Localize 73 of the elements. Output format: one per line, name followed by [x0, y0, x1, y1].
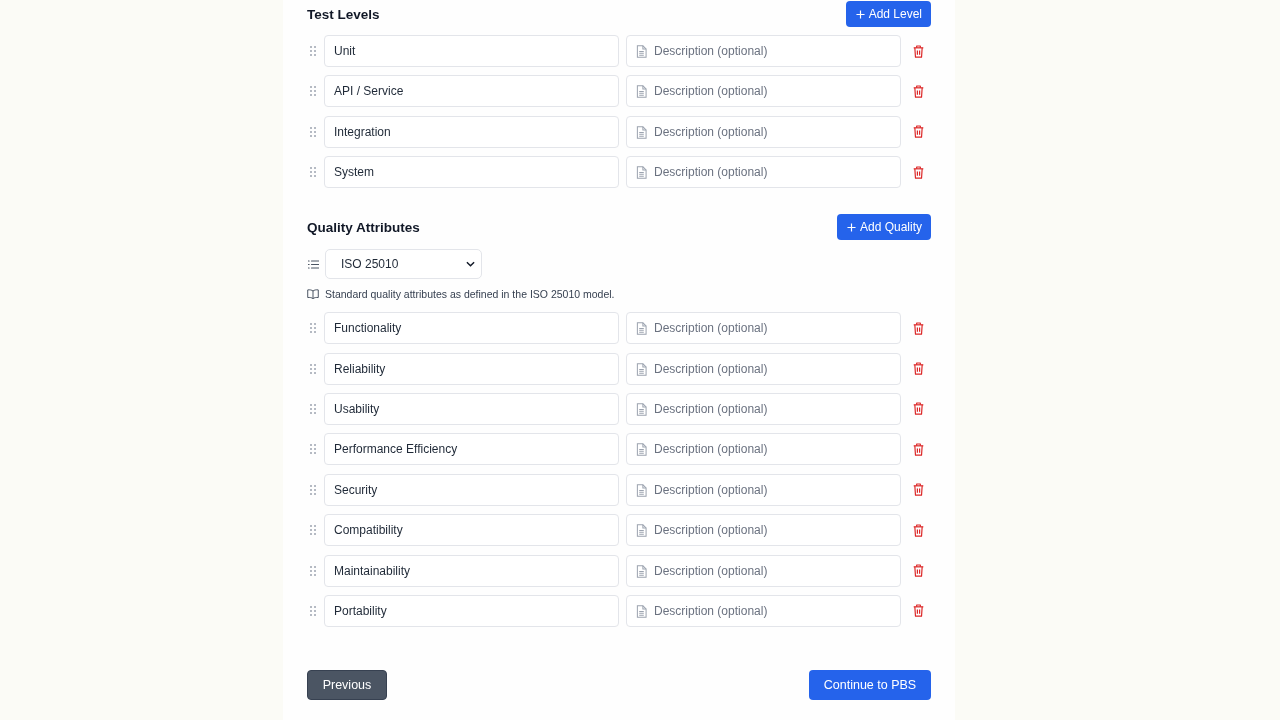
- drag-handle-icon[interactable]: [310, 444, 316, 455]
- chevron-down-icon: [466, 261, 475, 268]
- drag-handle-icon[interactable]: [310, 363, 316, 374]
- previous-button[interactable]: Previous: [307, 669, 387, 700]
- document-icon: [636, 166, 647, 180]
- trash-icon[interactable]: [913, 84, 924, 98]
- model-select[interactable]: ISO 25010: [325, 249, 482, 280]
- name-input[interactable]: Compatibility: [324, 514, 619, 547]
- name-input[interactable]: Maintainability: [324, 554, 619, 587]
- trash-icon[interactable]: [913, 125, 924, 139]
- document-icon: [636, 322, 647, 336]
- trash-icon[interactable]: [913, 604, 924, 618]
- drag-handle-icon[interactable]: [310, 46, 316, 56]
- name-input[interactable]: Performance Efficiency: [324, 433, 619, 466]
- trash-icon[interactable]: [913, 523, 924, 537]
- description-field[interactable]: Description (optional): [626, 594, 901, 627]
- description-field[interactable]: Description (optional): [626, 554, 901, 587]
- document-icon: [636, 402, 647, 416]
- document-icon: [636, 483, 647, 497]
- name-input[interactable]: Usability: [324, 392, 619, 425]
- section-heading: Quality Attributes: [307, 219, 420, 235]
- drag-handle-icon[interactable]: [310, 323, 316, 334]
- plus-icon: [846, 222, 856, 232]
- description-field[interactable]: Description (optional): [626, 352, 901, 385]
- continue-button[interactable]: Continue to PBS: [809, 669, 931, 700]
- book-icon: [307, 289, 319, 300]
- add-button[interactable]: Add Quality: [836, 214, 931, 241]
- document-icon: [636, 604, 647, 618]
- drag-handle-icon[interactable]: [310, 565, 316, 576]
- description-field[interactable]: Description (optional): [626, 392, 901, 425]
- trash-icon[interactable]: [913, 44, 924, 58]
- description-field[interactable]: Description (optional): [626, 156, 901, 189]
- add-button[interactable]: Add Level: [845, 1, 931, 27]
- document-icon: [636, 362, 647, 376]
- document-icon: [636, 85, 647, 99]
- drag-handle-icon[interactable]: [310, 605, 316, 616]
- name-input[interactable]: Portability: [324, 594, 619, 627]
- name-input[interactable]: Unit: [324, 35, 619, 67]
- drag-handle-icon[interactable]: [310, 525, 316, 536]
- name-input[interactable]: Integration: [324, 115, 619, 148]
- document-icon: [636, 443, 647, 457]
- name-input[interactable]: Reliability: [324, 352, 619, 385]
- section-heading: Test Levels: [307, 6, 380, 22]
- document-icon: [636, 45, 647, 58]
- description-field[interactable]: Description (optional): [626, 35, 901, 67]
- drag-handle-icon[interactable]: [310, 126, 316, 137]
- name-input[interactable]: API / Service: [324, 75, 619, 108]
- trash-icon[interactable]: [913, 362, 924, 376]
- trash-icon[interactable]: [913, 321, 924, 335]
- name-input[interactable]: Security: [324, 473, 619, 506]
- list-icon: [308, 259, 319, 269]
- description-field[interactable]: Description (optional): [626, 312, 901, 345]
- trash-icon[interactable]: [913, 442, 924, 456]
- document-icon: [636, 524, 647, 538]
- description-field[interactable]: Description (optional): [626, 75, 901, 108]
- name-input[interactable]: Functionality: [324, 312, 619, 345]
- document-icon: [636, 564, 647, 578]
- plus-icon: [855, 9, 865, 19]
- trash-icon[interactable]: [913, 402, 924, 416]
- document-icon: [636, 125, 647, 139]
- description-field[interactable]: Description (optional): [626, 514, 901, 547]
- description-field[interactable]: Description (optional): [626, 473, 901, 506]
- description-field[interactable]: Description (optional): [626, 115, 901, 148]
- help-text: Standard quality attributes as defined in the ISO 25010 model.: [325, 288, 615, 301]
- trash-icon[interactable]: [913, 165, 924, 179]
- name-input[interactable]: System: [324, 156, 619, 189]
- trash-icon[interactable]: [913, 564, 924, 577]
- drag-handle-icon[interactable]: [310, 484, 316, 495]
- drag-handle-icon[interactable]: [310, 86, 316, 97]
- drag-handle-icon[interactable]: [310, 167, 316, 178]
- description-field[interactable]: Description (optional): [626, 433, 901, 466]
- trash-icon[interactable]: [913, 483, 924, 497]
- drag-handle-icon[interactable]: [310, 403, 316, 414]
